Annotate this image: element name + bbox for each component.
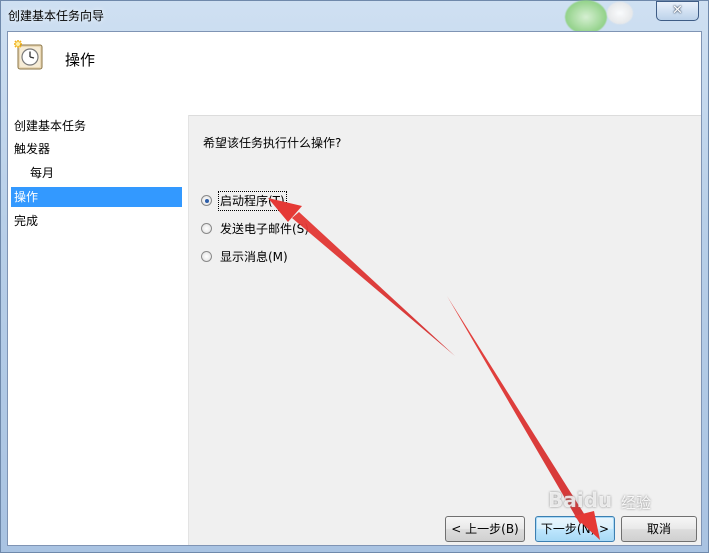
back-button[interactable]: < 上一步(B) bbox=[445, 516, 525, 542]
display-message-radio[interactable] bbox=[201, 251, 212, 262]
display-message-label[interactable]: 显示消息(M) bbox=[219, 248, 289, 266]
baidu-watermark: Baidu bbox=[548, 488, 613, 512]
step-trigger[interactable]: 触发器 bbox=[11, 139, 182, 159]
action-question: 希望该任务执行什么操作? bbox=[203, 136, 342, 150]
wizard-client-area: 操作 创建基本任务 触发器 每月 操作 完成 希望该任务执行什么操作? 启动程序… bbox=[7, 31, 702, 546]
cancel-button[interactable]: 取消 bbox=[621, 516, 697, 542]
step-create-basic-task[interactable]: 创建基本任务 bbox=[11, 116, 182, 136]
send-email-radio[interactable] bbox=[201, 223, 212, 234]
close-button[interactable]: ✕ bbox=[656, 1, 699, 21]
step-finish[interactable]: 完成 bbox=[11, 211, 182, 231]
title-bar[interactable]: 创建基本任务向导 ✕ bbox=[0, 0, 709, 32]
start-program-radio[interactable] bbox=[201, 195, 212, 206]
next-button[interactable]: 下一步(N) > bbox=[535, 516, 615, 542]
step-action[interactable]: 操作 bbox=[11, 187, 182, 207]
window-title: 创建基本任务向导 bbox=[8, 9, 105, 23]
page-title: 操作 bbox=[65, 51, 96, 69]
watermark-suffix: 经验 bbox=[621, 494, 652, 512]
wizard-header: 操作 bbox=[8, 32, 701, 116]
task-clock-icon bbox=[14, 40, 43, 70]
start-program-label[interactable]: 启动程序(T) bbox=[218, 191, 287, 211]
close-icon: ✕ bbox=[672, 3, 683, 18]
send-email-label[interactable]: 发送电子邮件(S) bbox=[219, 220, 310, 238]
wizard-steps-pane: 创建基本任务 触发器 每月 操作 完成 bbox=[8, 115, 189, 545]
wizard-window: 创建基本任务向导 ✕ 操作 创建基本任务 触发器 每月 操作 完成 希望该任务执… bbox=[0, 0, 709, 553]
step-monthly[interactable]: 每月 bbox=[11, 163, 182, 183]
